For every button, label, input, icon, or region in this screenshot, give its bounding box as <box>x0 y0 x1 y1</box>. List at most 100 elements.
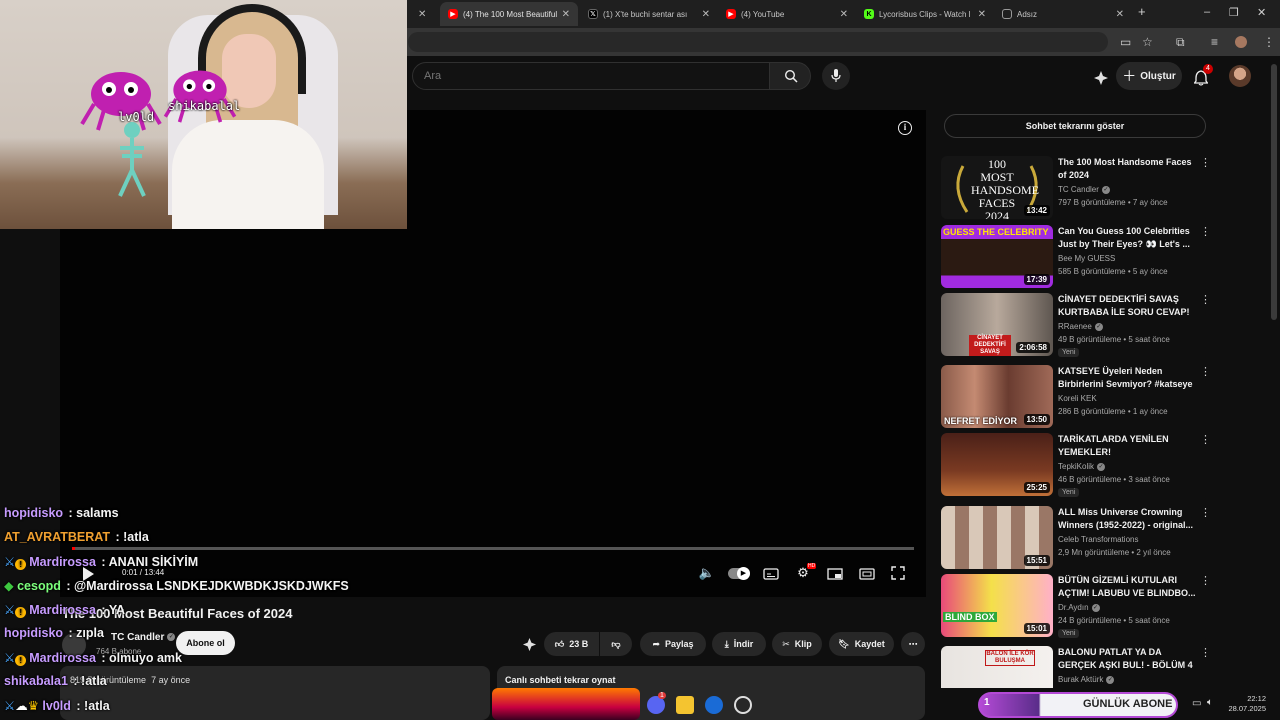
close-icon[interactable]: ✕ <box>978 9 986 20</box>
rec-title[interactable]: KATSEYE Üyeleri Neden Birbirlerini Sevmi… <box>1058 365 1196 391</box>
voice-search-button[interactable] <box>822 62 850 90</box>
speaker-icon[interactable]: 🔈︎ <box>1207 697 1213 708</box>
account-avatar[interactable] <box>1229 65 1251 87</box>
more-vertical-icon[interactable]: ⋮ <box>1200 646 1211 659</box>
rec-channel[interactable]: TepkiKolik ✓ <box>1058 462 1106 471</box>
sidebar-scrollbar[interactable] <box>1271 64 1277 320</box>
rec-channel[interactable]: Bee My GUESS <box>1058 254 1115 263</box>
clip-button[interactable]: ✂ Klip <box>772 632 822 656</box>
rec-channel[interactable]: Koreli KEK <box>1058 394 1097 403</box>
bookmark-icon: 🔖︎ <box>838 638 850 649</box>
profile-icon[interactable] <box>1235 36 1247 48</box>
thumbnail[interactable]: NEFRET EDİYOR 13:50 <box>941 365 1053 428</box>
subtitles-icon[interactable] <box>763 568 779 580</box>
search-input[interactable] <box>413 63 769 89</box>
dislike-button[interactable]: 👎︎ <box>600 632 632 656</box>
more-vertical-icon[interactable]: ⋮ <box>1200 506 1211 519</box>
extensions-icon[interactable]: ⧉ <box>1176 35 1185 50</box>
more-vertical-icon[interactable]: ⋮ <box>1200 293 1211 306</box>
close-window-button[interactable]: ✕ <box>1257 6 1266 19</box>
recommendation-7[interactable]: BALON İLE KÖR BULUŞMA BALONU PATLAT YA D… <box>941 646 1216 688</box>
recommendation-6[interactable]: BLIND BOX 15:01 BÜTÜN GİZEMLİ KUTULARI A… <box>941 574 1216 640</box>
like-button[interactable]: 👍︎ 23 B <box>544 632 599 656</box>
close-icon[interactable]: ✕ <box>562 9 570 20</box>
rec-meta: 286 B görüntüleme • 1 ay önce <box>1058 407 1168 416</box>
chat-message: ⚔! Mardirossa : ANANI SİKİYİM <box>4 554 198 570</box>
more-vertical-icon[interactable]: ⋮ <box>1200 433 1211 446</box>
tab-1[interactable]: 𝕏 (1) X'te buchi sentar ası ✕ <box>580 2 718 26</box>
close-icon[interactable]: ✕ <box>1116 9 1124 20</box>
thumbnail[interactable]: GUESS THE CELEBRITY 17:39 <box>941 225 1053 288</box>
more-vertical-icon[interactable]: ⋮ <box>1200 365 1211 378</box>
media-control-icon[interactable]: ≡ <box>1211 35 1218 49</box>
file-explorer-icon[interactable] <box>676 696 694 714</box>
premium-sparkle-icon[interactable] <box>522 637 537 652</box>
thumbnail[interactable]: 100 MOST HANDSOME FACES 2024 13:42 <box>941 156 1053 219</box>
tab-2[interactable]: ▶ (4) YouTube ✕ <box>718 2 856 26</box>
recommendation-1[interactable]: GUESS THE CELEBRITY 17:39 Can You Guess … <box>941 225 1216 291</box>
fullscreen-icon[interactable] <box>891 566 905 580</box>
rec-channel[interactable]: Burak Aktürk ✓ <box>1058 675 1115 684</box>
tab-3[interactable]: K Lycorisbus Clips - Watch l ✕ <box>856 2 994 26</box>
recommendation-2[interactable]: CİNAYET DEDEKTİFİ SAVAŞ KURTBA 2:06:58 C… <box>941 293 1216 359</box>
search-button[interactable] <box>769 62 811 90</box>
autoplay-toggle[interactable]: ▶ <box>728 567 750 580</box>
download-button[interactable]: ⤓ İndir <box>712 632 766 656</box>
network-icon[interactable]: ▭ <box>1192 698 1201 709</box>
recommendation-3[interactable]: NEFRET EDİYOR 13:50 KATSEYE Üyeleri Nede… <box>941 365 1216 431</box>
rec-title[interactable]: CİNAYET DEDEKTİFİ SAVAŞ KURTBABA İLE SOR… <box>1058 293 1196 319</box>
more-vertical-icon[interactable]: ⋮ <box>1200 225 1211 238</box>
chat-text: ANANI SİKİYİM <box>108 555 199 569</box>
chat-username: shikabala1 <box>4 674 68 688</box>
new-tab-button[interactable]: + <box>1138 4 1146 19</box>
share-button[interactable]: ➦ Paylaş <box>640 632 706 656</box>
rec-channel[interactable]: RRaenee ✓ <box>1058 322 1103 331</box>
theater-mode-icon[interactable] <box>859 568 875 580</box>
scissors-icon: ✂ <box>782 638 790 649</box>
system-clock[interactable]: 22:12 28.07.2025 <box>1226 694 1266 714</box>
thumbnail[interactable]: 15:51 <box>941 506 1053 569</box>
miniplayer-icon[interactable] <box>827 568 843 580</box>
rec-channel[interactable]: Dr.Aydın ✓ <box>1058 603 1100 612</box>
rec-title[interactable]: ALL Miss Universe Crowning Winners (1952… <box>1058 506 1196 532</box>
recommendation-5[interactable]: 15:51 ALL Miss Universe Crowning Winners… <box>941 506 1216 572</box>
tab-0[interactable]: ▶ (4) The 100 Most Beautiful Faces of 20… <box>440 2 578 26</box>
info-icon[interactable]: i <box>898 121 912 135</box>
obs-icon[interactable] <box>734 696 752 714</box>
thumbnail[interactable]: BALON İLE KÖR BULUŞMA <box>941 646 1053 688</box>
rec-title[interactable]: The 100 Most Handsome Faces of 2024 <box>1058 156 1196 182</box>
steam-icon[interactable] <box>705 696 723 714</box>
more-actions-button[interactable]: ⋯ <box>901 632 925 656</box>
recommendation-4[interactable]: 25:25 TARİKATLARDA YENİLEN YEMEKLER! Tep… <box>941 433 1216 499</box>
create-button[interactable]: ＋ Oluştur <box>1116 62 1182 90</box>
premium-sparkle-icon[interactable] <box>1093 70 1109 86</box>
thumbnail[interactable]: CİNAYET DEDEKTİFİ SAVAŞ KURTBA 2:06:58 <box>941 293 1053 356</box>
save-button[interactable]: 🔖︎ Kaydet <box>829 632 894 656</box>
rec-title[interactable]: TARİKATLARDA YENİLEN YEMEKLER! <box>1058 433 1196 459</box>
webcam-name-tag: shikabalal <box>168 99 241 113</box>
more-vertical-icon[interactable]: ⋮ <box>1200 574 1211 587</box>
rec-title[interactable]: BÜTÜN GİZEMLİ KUTULARI AÇTIM! LABUBU VE … <box>1058 574 1196 600</box>
rec-title[interactable]: Can You Guess 100 Celebrities Just by Th… <box>1058 225 1196 251</box>
show-chat-replay-button[interactable]: Sohbet tekrarını göster <box>944 114 1206 138</box>
bookmark-star-icon[interactable]: ☆ <box>1142 35 1153 49</box>
close-icon[interactable]: ✕ <box>418 9 426 20</box>
close-icon[interactable]: ✕ <box>702 9 710 20</box>
thumbnail[interactable]: 25:25 <box>941 433 1053 496</box>
address-bar[interactable] <box>408 32 1108 52</box>
cast-icon[interactable]: ▭ <box>1120 35 1131 49</box>
tab-partial[interactable]: ✕ <box>406 2 436 26</box>
more-vertical-icon[interactable]: ⋮ <box>1200 156 1211 169</box>
close-icon[interactable]: ✕ <box>840 9 848 20</box>
menu-kebab-icon[interactable]: ⋮ <box>1263 35 1275 49</box>
rec-channel[interactable]: Celeb Transformations <box>1058 535 1138 544</box>
volume-icon[interactable]: 🔈 <box>697 565 717 581</box>
restore-button[interactable]: ❐ <box>1229 6 1239 19</box>
recommendation-0[interactable]: 100 MOST HANDSOME FACES 2024 13:42 The 1… <box>941 156 1216 222</box>
minimize-button[interactable]: – <box>1204 6 1210 18</box>
tab-4[interactable]: Adsız ✕ <box>994 2 1132 26</box>
thumbnail[interactable]: BLIND BOX 15:01 <box>941 574 1053 637</box>
search-box[interactable] <box>412 62 770 90</box>
rec-channel[interactable]: TC Candler ✓ <box>1058 185 1110 194</box>
rec-title[interactable]: BALONU PATLAT YA DA GERÇEK AŞKI BUL! - B… <box>1058 646 1196 672</box>
